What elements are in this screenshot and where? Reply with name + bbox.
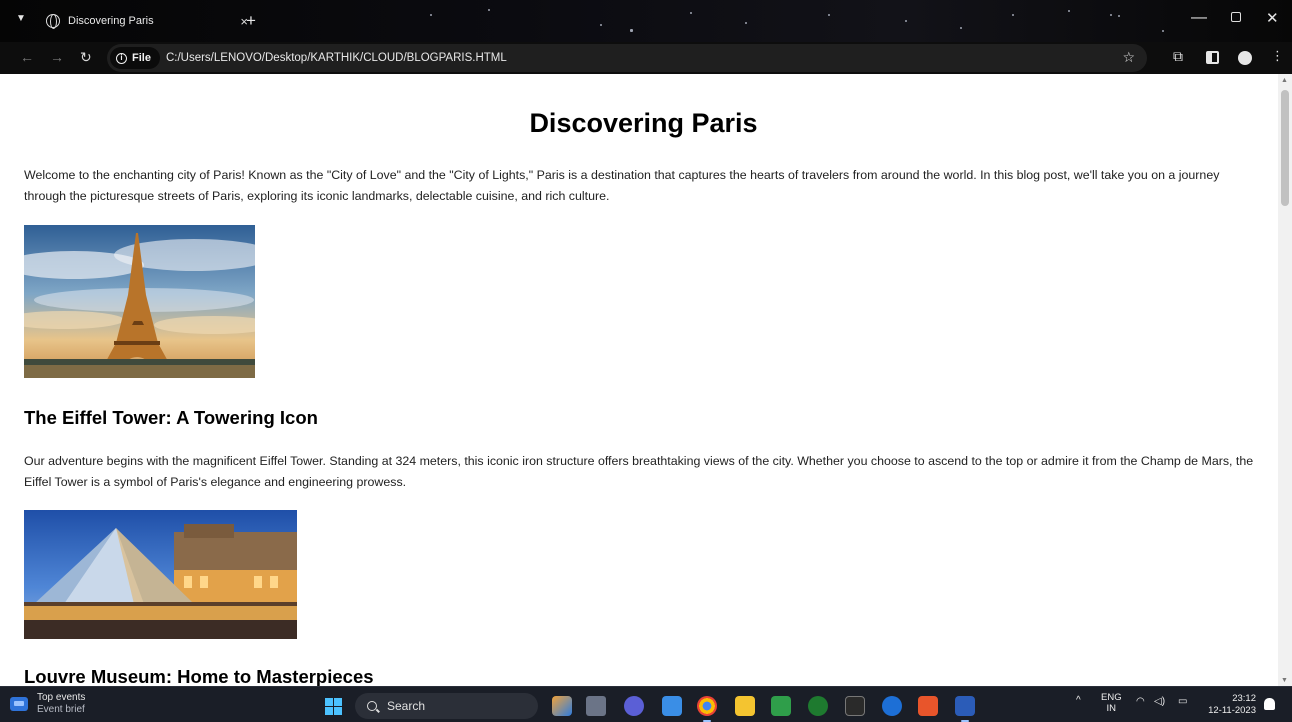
language-indicator[interactable]: ENG IN: [1101, 692, 1122, 714]
close-window-icon[interactable]: ✕: [1266, 9, 1279, 27]
louvre-museum-image: [24, 510, 297, 639]
notification-bell-icon[interactable]: [1264, 698, 1275, 710]
section-heading-louvre: Louvre Museum: Home to Masterpieces: [24, 666, 374, 686]
word-app-icon[interactable]: [955, 696, 975, 722]
clock-time: 23:12: [1232, 693, 1256, 704]
scroll-down-arrow-icon[interactable]: ▼: [1281, 677, 1288, 684]
page-viewport: Discovering Paris Welcome to the enchant…: [0, 74, 1278, 686]
widget-title: Top events: [37, 692, 86, 703]
bookmark-star-icon[interactable]: ☆: [1122, 49, 1135, 66]
minimize-icon[interactable]: —: [1191, 9, 1207, 27]
site-info-chip[interactable]: i File: [110, 47, 160, 69]
sheets-app-icon[interactable]: [771, 696, 791, 716]
intro-paragraph: Welcome to the enchanting city of Paris!…: [24, 168, 1220, 203]
page-scrollbar[interactable]: ▲ ▼: [1278, 74, 1292, 686]
windows-logo-icon: [325, 698, 333, 706]
forward-icon[interactable]: →: [50, 49, 64, 65]
scroll-up-arrow-icon[interactable]: ▲: [1281, 77, 1288, 84]
windows-taskbar: Top events Event brief Search ^ ENG IN ◠…: [0, 686, 1292, 722]
extensions-icon[interactable]: ⧉: [1173, 48, 1183, 65]
browser-tab[interactable]: Discovering Paris ×: [38, 8, 260, 34]
eiffel-paragraph: Our adventure begins with the magnificen…: [24, 454, 1254, 489]
search-label: Search: [387, 699, 426, 713]
clock-date: 12-11-2023: [1208, 705, 1256, 716]
system-clock[interactable]: 23:12 12-11-2023: [1200, 693, 1256, 717]
task-view-icon[interactable]: [586, 696, 606, 716]
battery-icon[interactable]: ▭: [1178, 696, 1187, 707]
scrollbar-thumb[interactable]: [1281, 90, 1289, 206]
search-icon: [367, 701, 377, 711]
lang-region: IN: [1106, 703, 1117, 714]
url-text[interactable]: C:/Users/LENOVO/Desktop/KARTHIK/CLOUD/BL…: [166, 52, 507, 64]
xbox-app-icon[interactable]: [808, 696, 828, 716]
reload-icon[interactable]: ↻: [80, 49, 92, 66]
globe-icon: [46, 14, 60, 29]
calendar-widget-icon: [10, 697, 28, 711]
widget-subtitle: Event brief: [37, 704, 85, 715]
browser-toolbar: ← → ↻ i File C:/Users/LENOVO/Desktop/KAR…: [0, 42, 1292, 74]
volume-icon[interactable]: ◁): [1154, 696, 1165, 707]
info-icon: i: [116, 52, 127, 64]
wifi-icon[interactable]: ◠: [1136, 696, 1145, 707]
chrome-app-icon[interactable]: [697, 696, 717, 722]
back-icon[interactable]: ←: [20, 49, 34, 65]
address-bar[interactable]: i File C:/Users/LENOVO/Desktop/KARTHIK/C…: [107, 44, 1147, 72]
lang-code: ENG: [1101, 692, 1122, 703]
file-explorer-icon[interactable]: [735, 696, 755, 716]
chat-app-icon[interactable]: [624, 696, 644, 716]
steam-app-icon[interactable]: [882, 696, 902, 716]
restore-icon[interactable]: [1231, 12, 1241, 22]
more-menu-icon[interactable]: ⋮: [1271, 48, 1284, 64]
site-info-label: File: [132, 52, 151, 64]
tab-title: Discovering Paris: [68, 15, 154, 27]
taskbar-search[interactable]: Search: [355, 693, 538, 719]
widgets-button[interactable]: Top events Event brief: [10, 692, 85, 716]
eiffel-tower-image: [24, 225, 255, 378]
side-panel-icon[interactable]: [1206, 51, 1219, 64]
show-hidden-icons-chevron[interactable]: ^: [1076, 695, 1081, 706]
epic-games-icon[interactable]: [845, 696, 865, 716]
profile-avatar-icon[interactable]: [1238, 51, 1252, 65]
start-button[interactable]: [325, 698, 342, 715]
valorant-app-icon[interactable]: [918, 696, 938, 716]
store-app-icon[interactable]: [662, 696, 682, 716]
tab-search-chevron-icon[interactable]: ▼: [16, 13, 26, 24]
section-heading-eiffel: The Eiffel Tower: A Towering Icon: [24, 407, 318, 428]
browser-title-bar: ▼ Discovering Paris × + — ✕: [0, 0, 1292, 42]
new-tab-button[interactable]: +: [246, 11, 256, 31]
copilot-app-icon[interactable]: [552, 696, 572, 716]
page-title: Discovering Paris: [529, 108, 758, 138]
